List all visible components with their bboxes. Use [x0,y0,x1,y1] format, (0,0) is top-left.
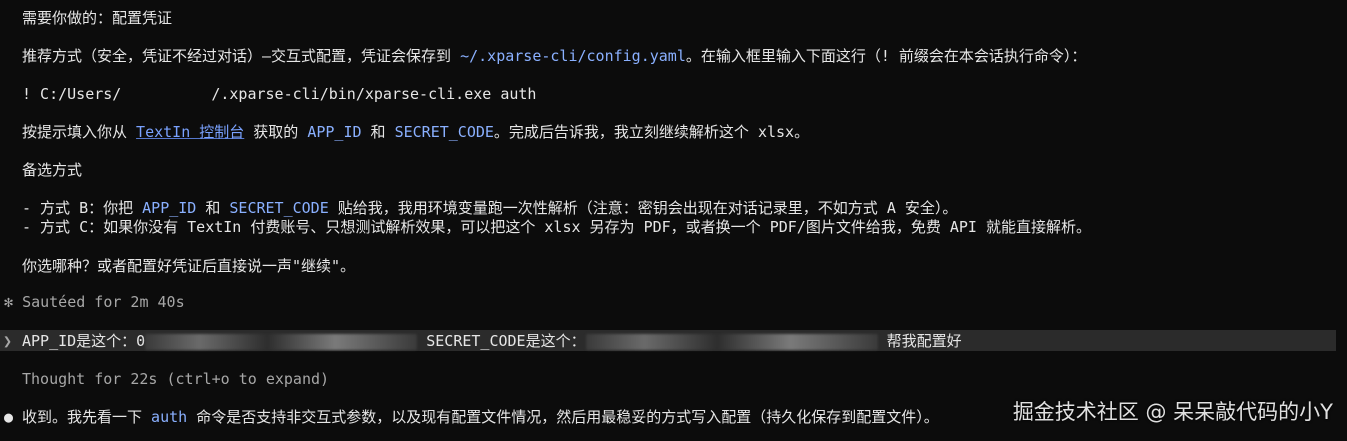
method-c-line: - 方式 C：如果你没有 TextIn 付费账号、只想测试解析效果，可以把这个 … [22,218,1091,236]
command-prefix: ! C:/Users/ [22,85,122,103]
text: 收到。我先看一下 [22,408,152,426]
command-suffix: /.xparse-cli/bin/xparse-cli.exe auth [211,85,537,103]
text: 获取的 [244,123,308,141]
text: 和 [361,123,395,141]
redacted-secret-code [585,333,878,350]
prompt-chevron-icon: ❯ [3,332,13,350]
text: 和 [196,199,230,217]
recommended-method-line: 推荐方式（安全，凭证不经过对话）—交互式配置，凭证会保存到 ~/.xparse-… [22,46,1086,66]
text: 贴给我，我用环境变量跑一次性解析（注意：密钥会出现在对话记录里，不如方式 A 安… [328,199,958,217]
secret-code-code: SECRET_CODE [394,123,494,141]
alternative-methods-heading: 备选方式 [22,161,83,179]
text: - 方式 B：你把 [22,199,143,217]
instructions-line: 按提示填入你从 TextIn 控制台 获取的 APP_ID 和 SECRET_C… [22,122,809,142]
text: 。完成后告诉我，我立刻继续解析这个 xlsx。 [493,123,810,141]
redacted-username [121,86,212,103]
text: 推荐方式（安全，凭证不经过对话）—交互式配置，凭证会保存到 [22,47,461,65]
text: 帮我配置好 [886,332,962,350]
textin-console-link[interactable]: TextIn 控制台 [136,123,244,141]
choice-question-line: 你选哪种？或者配置好凭证后直接说一声"继续"。 [22,257,356,275]
bullet-icon: ● [4,408,14,426]
app-id-code: APP_ID [307,123,362,141]
text: APP_ID是这个：0 [22,332,146,350]
text: 按提示填入你从 [22,123,137,141]
watermark: 掘金技术社区 @ 呆呆敲代码的小Y [1012,400,1333,424]
asterisk-icon: ✻ [4,293,14,311]
config-path: ~/.xparse-cli/config.yaml [460,47,686,65]
user-message: APP_ID是这个：0 SECRET_CODE是这个： 帮我配置好 [22,331,962,351]
thought-status[interactable]: Thought for 22s (ctrl+o to expand) [22,369,329,389]
heading-configure-credentials: 需要你做的：配置凭证 [22,9,173,27]
auth-command-line: ! C:/Users/ /.xparse-cli/bin/xparse-cli.e… [22,84,536,104]
secret-code-code: SECRET_CODE [229,199,329,217]
app-id-code: APP_ID [142,199,197,217]
text: 。在输入框里输入下面这行（! 前缀会在本会话执行命令）： [685,47,1087,65]
text: SECRET_CODE是这个： [426,332,586,350]
sauteed-status: ✻ Sautéed for 2m 40s [4,292,185,312]
method-b-line: - 方式 B：你把 APP_ID 和 SECRET_CODE 贴给我，我用环境变… [22,198,957,218]
sauteed-text: Sautéed for 2m 40s [22,293,185,311]
assistant-reply: 收到。我先看一下 auth 命令是否支持非交互式参数，以及现有配置文件情况，然后… [22,407,939,427]
auth-code: auth [151,408,188,426]
text: 命令是否支持非交互式参数，以及现有配置文件情况，然后用最稳妥的方式写入配置（持久… [187,408,939,426]
redacted-app-id [145,333,418,350]
